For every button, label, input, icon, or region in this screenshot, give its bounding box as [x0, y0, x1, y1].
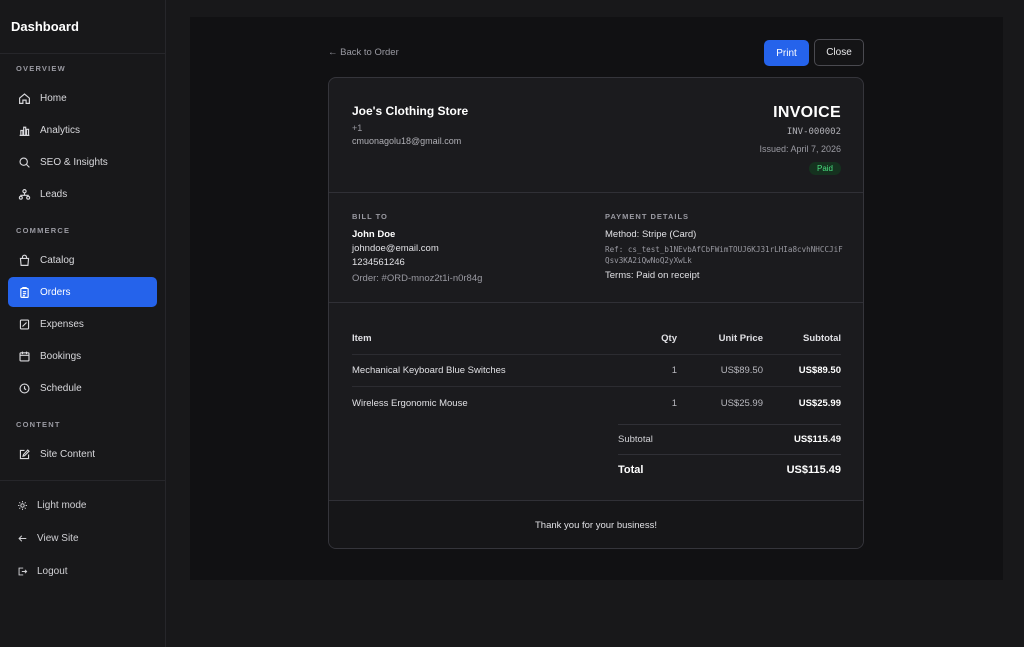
edit-icon — [17, 447, 31, 461]
total-label: Total — [618, 464, 644, 476]
network-icon — [17, 187, 31, 201]
sidebar-item-expenses[interactable]: Expenses — [8, 309, 157, 339]
bill-to-name: John Doe — [352, 229, 396, 240]
invoice-parties: BILL TO John Doe johndoe@email.com 12345… — [329, 193, 863, 303]
sidebar-item-label: Site Content — [40, 448, 96, 460]
sidebar-item-home[interactable]: Home — [8, 83, 157, 113]
arrow-left-icon — [17, 533, 29, 544]
line-item-subtotal: US$25.99 — [798, 397, 841, 409]
payment-method: Method: Stripe (Card) — [605, 229, 697, 240]
sidebar: Dashboard OVERVIEW Home Analytics SEO & … — [0, 0, 166, 647]
logout-label: Logout — [37, 566, 68, 577]
sidebar-item-seo[interactable]: SEO & Insights — [8, 147, 157, 177]
status-badge: Paid — [808, 162, 841, 175]
sidebar-item-label: SEO & Insights — [40, 156, 108, 168]
home-icon — [17, 91, 31, 105]
sidebar-item-label: Analytics — [40, 124, 81, 136]
invoice-number: INV-000002 — [786, 127, 841, 137]
total-row: Total US$115.49 — [618, 455, 841, 485]
logout-button[interactable]: Logout — [0, 555, 165, 588]
invoice-title: INVOICE — [773, 104, 841, 121]
invoice-footer: Thank you for your business! — [329, 500, 863, 548]
close-button[interactable]: Close — [814, 39, 864, 66]
sidebar-item-analytics[interactable]: Analytics — [8, 115, 157, 145]
table-row: Wireless Ergonomic Mouse 1 US$25.99 US$2… — [352, 387, 841, 419]
print-button[interactable]: Print — [764, 40, 809, 66]
payment-terms: Terms: Paid on receipt — [605, 270, 700, 281]
invoice-card: Joe's Clothing Store +1 cmuonagolu18@gma… — [328, 77, 864, 549]
logout-icon — [17, 566, 29, 577]
receipt-icon — [17, 317, 31, 331]
sidebar-item-schedule[interactable]: Schedule — [8, 373, 157, 403]
invoice-header: Joe's Clothing Store +1 cmuonagolu18@gma… — [329, 78, 863, 193]
shopping-bag-icon — [17, 253, 31, 267]
section-label-commerce: COMMERCE — [16, 226, 71, 235]
invoice-issued-date: Issued: April 7, 2026 — [759, 144, 841, 154]
column-header-item: Item — [352, 333, 372, 344]
table-header-row: Item Qty Unit Price Subtotal — [352, 323, 841, 355]
column-header-unit-price: Unit Price — [718, 333, 763, 344]
view-site-label: View Site — [37, 533, 79, 544]
line-item-unit-price: US$89.50 — [720, 365, 763, 376]
store-name: Joe's Clothing Store — [352, 104, 469, 118]
store-phone: +1 — [352, 123, 363, 133]
clock-icon — [17, 381, 31, 395]
sidebar-item-label: Home — [40, 92, 67, 104]
calendar-icon — [17, 349, 31, 363]
line-item-name: Mechanical Keyboard Blue Switches — [352, 365, 506, 376]
line-item-unit-price: US$25.99 — [720, 397, 763, 409]
subtotal-label: Subtotal — [618, 434, 653, 445]
brand-title: Dashboard — [0, 0, 165, 54]
clipboard-icon — [17, 285, 31, 299]
sidebar-item-catalog[interactable]: Catalog — [8, 245, 157, 275]
total-value: US$115.49 — [786, 464, 841, 476]
line-items-table: Item Qty Unit Price Subtotal Mechanical … — [352, 323, 841, 419]
bill-to-phone: 1234561246 — [352, 257, 405, 268]
search-icon — [17, 155, 31, 169]
sidebar-item-label: Bookings — [40, 350, 82, 362]
sidebar-item-bookings[interactable]: Bookings — [8, 341, 157, 371]
sun-icon — [17, 500, 29, 511]
light-mode-toggle[interactable]: Light mode — [0, 489, 165, 522]
table-row: Mechanical Keyboard Blue Switches 1 US$8… — [352, 355, 841, 387]
payment-details-label: PAYMENT DETAILS — [605, 212, 690, 221]
sidebar-item-orders[interactable]: Orders — [8, 277, 157, 307]
invoice-preview-panel: ← Back to Order Print Close Joe's Clothi… — [190, 17, 1003, 580]
sidebar-item-leads[interactable]: Leads — [8, 179, 157, 209]
payment-reference: Ref: cs_test_b1NEvbAfCbFWimTOUJ6KJ31rLHI… — [605, 245, 843, 265]
subtotal-value: US$115.49 — [793, 434, 841, 445]
sidebar-item-label: Catalog — [40, 254, 75, 266]
view-site-link[interactable]: View Site — [0, 522, 165, 555]
sidebar-item-label: Schedule — [40, 382, 82, 394]
sidebar-item-label: Orders — [40, 286, 71, 298]
light-mode-label: Light mode — [37, 500, 87, 511]
bill-to-order: Order: #ORD-mnoz2t1i-n0r84g — [352, 273, 483, 284]
sidebar-item-site-content[interactable]: Site Content — [8, 439, 157, 469]
totals-block: Subtotal US$115.49 Total US$115.49 — [618, 424, 841, 485]
column-header-qty: Qty — [661, 333, 677, 344]
sidebar-item-label: Expenses — [40, 318, 84, 330]
bill-to-label: BILL TO — [352, 212, 388, 221]
subtotal-row: Subtotal US$115.49 — [618, 425, 841, 455]
bar-chart-icon — [17, 123, 31, 137]
section-label-overview: OVERVIEW — [16, 64, 66, 73]
sidebar-item-label: Leads — [40, 188, 68, 200]
back-to-order-link[interactable]: ← Back to Order — [328, 47, 399, 58]
column-header-subtotal: Subtotal — [803, 333, 841, 344]
bill-to-email: johndoe@email.com — [352, 243, 439, 254]
line-item-qty: 1 — [671, 397, 677, 409]
store-email: cmuonagolu18@gmail.com — [352, 136, 462, 146]
line-item-qty: 1 — [671, 365, 677, 376]
section-label-content: CONTENT — [16, 420, 61, 429]
line-item-name: Wireless Ergonomic Mouse — [352, 397, 468, 409]
line-item-subtotal: US$89.50 — [798, 365, 841, 376]
